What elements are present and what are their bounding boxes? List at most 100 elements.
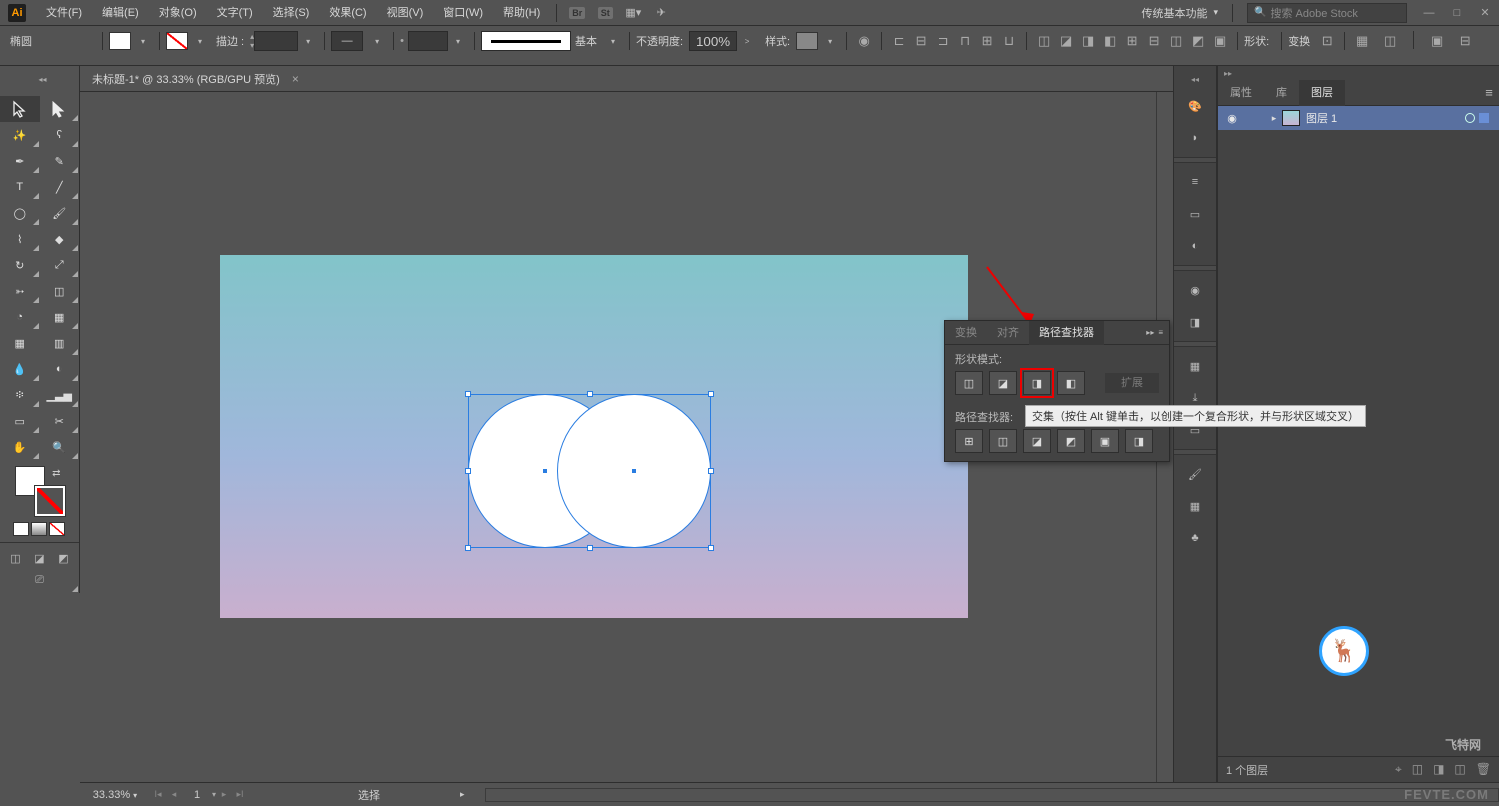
menu-window[interactable]: 窗口(W) (433, 0, 493, 26)
prefs-icon[interactable]: ⊟ (1454, 31, 1476, 51)
eyedropper-tool[interactable]: 💧 (0, 356, 40, 382)
menu-object[interactable]: 对象(O) (149, 0, 207, 26)
handle-se[interactable] (708, 545, 714, 551)
menu-type[interactable]: 文字(T) (207, 0, 263, 26)
layer-target-icon[interactable] (1465, 113, 1475, 123)
curvature-tool[interactable]: ✎ (40, 148, 80, 174)
menu-select[interactable]: 选择(S) (263, 0, 320, 26)
window-close[interactable]: ✕ (1473, 3, 1497, 23)
pf-divide-icon[interactable]: ⊞ (1121, 31, 1143, 51)
arrange-icon[interactable]: ▦▾ (621, 3, 645, 23)
pf-unite[interactable]: ◫ (955, 371, 983, 395)
stock-search[interactable]: 🔍 搜索 Adobe Stock (1247, 3, 1407, 23)
gradient-mode[interactable] (31, 522, 47, 536)
shape-builder-tool[interactable]: ◔ (0, 304, 40, 330)
last-artboard-icon[interactable]: ▸I (232, 787, 248, 803)
handle-nw[interactable] (465, 391, 471, 397)
pf-minus-icon[interactable]: ◪ (1055, 31, 1077, 51)
symbol-sprayer-tool[interactable]: ፨ (0, 382, 40, 408)
align-bottom-icon[interactable]: ⊔ (998, 31, 1020, 51)
screen-mode[interactable]: ⎚ (30, 571, 50, 589)
slice-tool[interactable]: ✂ (40, 408, 80, 434)
gpu-icon[interactable]: ✈ (649, 3, 673, 23)
stroke-profile[interactable] (408, 31, 448, 51)
next-artboard-icon[interactable]: ▸ (216, 787, 232, 803)
symbols-panel-icon[interactable]: ♣ (1180, 523, 1210, 553)
dock-expand-icon[interactable]: ◂◂ (1173, 72, 1217, 86)
transparency-panel-icon[interactable]: ◐ (1180, 231, 1210, 261)
perspective-tool[interactable]: ▦ (40, 304, 80, 330)
stock-icon[interactable]: St (593, 3, 617, 23)
delete-layer-icon[interactable]: 🗑 (1476, 762, 1491, 777)
paintbrush-tool[interactable]: 🖌 (40, 200, 80, 226)
shape-btn[interactable]: 形状: (1244, 33, 1269, 49)
edit-icon[interactable]: ◫ (1379, 31, 1401, 51)
align-hcenter-icon[interactable]: ⊟ (910, 31, 932, 51)
pf-trim[interactable]: ◫ (989, 429, 1017, 453)
window-maximize[interactable]: □ (1445, 3, 1469, 23)
pf-intersect[interactable]: ◨ (1023, 371, 1051, 395)
tab-align[interactable]: 对齐 (987, 321, 1029, 345)
appearance-panel-icon[interactable]: ◉ (1180, 275, 1210, 305)
gradient-panel-icon[interactable]: ▭ (1180, 199, 1210, 229)
status-arrow-icon[interactable]: ▸ (460, 789, 465, 800)
pf-divide[interactable]: ⊞ (955, 429, 983, 453)
graphic-styles-icon[interactable]: ◨ (1180, 307, 1210, 337)
isolate-icon[interactable]: ▦ (1351, 31, 1373, 51)
none-mode[interactable] (49, 522, 65, 536)
stroke-swatch[interactable] (166, 32, 188, 50)
type-tool[interactable]: T (0, 174, 40, 200)
color-panel-icon[interactable]: 🎨 (1180, 91, 1210, 121)
layer-row[interactable]: ◉ ▸ 图层 1 (1218, 106, 1499, 130)
handle-s[interactable] (587, 545, 593, 551)
gradient-tool[interactable]: ▥ (40, 330, 80, 356)
pf-crop[interactable]: ◩ (1057, 429, 1085, 453)
align-vcenter-icon[interactable]: ⊞ (976, 31, 998, 51)
draw-behind[interactable]: ◪ (30, 549, 50, 567)
selection-tool[interactable] (0, 96, 40, 122)
color-guide-icon[interactable]: ◗ (1180, 123, 1210, 153)
stroke-width-input[interactable] (254, 31, 298, 51)
transform-btn[interactable]: 变换 (1288, 33, 1310, 49)
handle-sw[interactable] (465, 545, 471, 551)
shaper-tool[interactable]: ⌇ (0, 226, 40, 252)
brush-preview[interactable] (481, 31, 571, 51)
swatches-panel-icon[interactable]: ▦ (1180, 491, 1210, 521)
align-top-icon[interactable]: ⊓ (954, 31, 976, 51)
handle-ne[interactable] (708, 391, 714, 397)
window-minimize[interactable]: — (1417, 3, 1441, 23)
direct-selection-tool[interactable] (40, 96, 80, 122)
tab-libraries[interactable]: 库 (1264, 80, 1299, 106)
setup-icon[interactable]: ▣ (1426, 31, 1448, 51)
close-tab-icon[interactable]: × (292, 72, 299, 86)
pf-minus-front[interactable]: ◪ (989, 371, 1017, 395)
stroke-panel-icon[interactable]: ≡ (1180, 167, 1210, 197)
free-transform-tool[interactable]: ◫ (40, 278, 80, 304)
draw-inside[interactable]: ◩ (54, 549, 74, 567)
pf-expand-button[interactable]: 扩展 (1105, 373, 1159, 393)
rotate-tool[interactable]: ↻ (0, 252, 40, 278)
fill-stroke-control[interactable]: ⇄ (15, 466, 65, 516)
menu-help[interactable]: 帮助(H) (493, 0, 550, 26)
tab-properties[interactable]: 属性 (1218, 80, 1264, 106)
locate-layer-icon[interactable]: ⌖ (1395, 762, 1402, 777)
mesh-tool[interactable]: ▦ (0, 330, 40, 356)
layer-name[interactable]: 图层 1 (1306, 110, 1337, 126)
first-artboard-icon[interactable]: I◂ (150, 787, 166, 803)
pf-merge[interactable]: ◪ (1023, 429, 1051, 453)
stroke-color[interactable] (35, 486, 65, 516)
draw-normal[interactable]: ◫ (6, 549, 26, 567)
menu-edit[interactable]: 编辑(E) (92, 0, 149, 26)
pf-exclude[interactable]: ◧ (1057, 371, 1085, 395)
handle-e[interactable] (708, 468, 714, 474)
collapse-icon[interactable]: ▸▸ (1146, 328, 1154, 337)
menu-file[interactable]: 文件(F) (36, 0, 92, 26)
tab-pathfinder[interactable]: 路径查找器 (1029, 321, 1104, 345)
pf-merge-icon[interactable]: ◫ (1165, 31, 1187, 51)
pf-trim-icon[interactable]: ⊟ (1143, 31, 1165, 51)
line-tool[interactable]: ╱ (40, 174, 80, 200)
zoom-tool[interactable]: 🔍 (40, 434, 80, 460)
tab-transform[interactable]: 变换 (945, 321, 987, 345)
layers-panel-icon[interactable]: ▦ (1180, 351, 1210, 381)
handle-w[interactable] (465, 468, 471, 474)
